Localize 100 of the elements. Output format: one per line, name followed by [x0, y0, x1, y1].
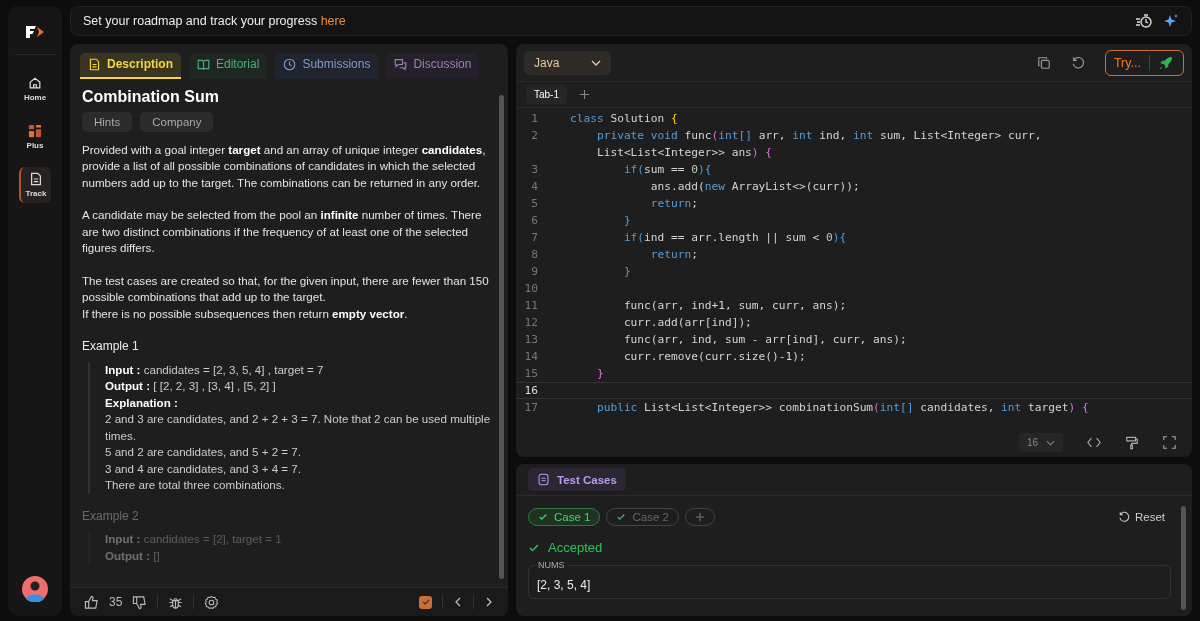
list-icon — [537, 473, 550, 486]
line-number: 2 — [530, 129, 539, 142]
timer-icon[interactable] — [1135, 13, 1153, 29]
tab[interactable]: Editorial — [189, 53, 268, 79]
paint-roller-icon[interactable] — [1125, 435, 1139, 450]
example-line: There are total three combinations. — [105, 477, 286, 493]
try-button[interactable]: Try... — [1104, 50, 1184, 76]
code-line: private void func(int[] arr, int ind, int sum, List<Integer> curr, — [595, 129, 1042, 142]
banner-text: Set your roadmap and track your progress here — [83, 14, 346, 28]
check-icon — [538, 512, 548, 522]
tab[interactable]: Description — [80, 53, 181, 79]
like-count: 35 — [109, 595, 123, 609]
line-number: 8 — [530, 248, 539, 261]
editor-tab[interactable]: Tab-1 — [526, 85, 567, 104]
tab[interactable]: Discussion — [386, 53, 480, 79]
font-size-dropdown[interactable]: 16 — [1018, 433, 1063, 452]
book-icon — [197, 57, 210, 71]
document-icon — [29, 172, 43, 186]
chip[interactable]: Hints — [82, 111, 133, 132]
sidebar-item[interactable]: Track — [19, 167, 51, 203]
sidebar-item[interactable]: Home — [19, 71, 51, 107]
example-line: Input : candidates = [2, 3, 5, 4] , target = 7 — [105, 361, 325, 378]
description-paragraph: The test cases are created so that, for the given input, there are fewer than 150 possible combinations that add up to the target. — [82, 272, 490, 305]
add-tab-icon[interactable] — [579, 89, 590, 100]
line-number: 3 — [530, 163, 539, 176]
example-title: Example 2 — [82, 507, 140, 524]
description-paragraph: A candidate may be selected from the pool an infinite number of times. There are two distinct combinations if the frequency of at least one of the selected figures differs. — [82, 207, 483, 256]
solved-checkbox[interactable] — [419, 595, 432, 609]
rocket-icon — [1158, 55, 1173, 71]
caret-icon — [591, 60, 602, 66]
line-number: 10 — [523, 282, 539, 295]
tab[interactable]: Submissions — [275, 53, 379, 79]
reset-icon[interactable] — [1070, 56, 1085, 70]
reset-icon — [1117, 511, 1130, 523]
line-number: 14 — [523, 350, 539, 363]
line-number: 11 — [523, 299, 539, 312]
caret-icon — [1046, 439, 1055, 446]
line-number: 15 — [523, 367, 539, 380]
example-line: Explanation : — [105, 394, 179, 411]
previous-icon[interactable] — [453, 596, 463, 608]
fullscreen-icon[interactable] — [1163, 436, 1176, 449]
logo-icon — [24, 24, 46, 40]
thumbs-up-icon[interactable] — [84, 594, 99, 610]
sparkle-icon[interactable] — [1163, 13, 1179, 29]
plus-icon — [694, 512, 705, 522]
example-line: 2 and 3 are candidates, and 2 + 2 + 3 = 7. Note that 2 can be used multiple times. — [105, 411, 492, 444]
line-number: 9 — [530, 265, 539, 278]
test-cases-tab[interactable]: Test Cases — [528, 468, 626, 491]
example-line: 5 and 2 are candidates, and 5 + 2 = 7. — [105, 444, 302, 460]
line-number: 7 — [530, 231, 539, 244]
code-line: } — [595, 367, 604, 380]
chip[interactable]: Company — [140, 111, 214, 132]
sidebar-item[interactable]: Plus — [19, 119, 51, 155]
badge-icon[interactable] — [204, 594, 220, 610]
code-line: func(arr, ind+1, sum, curr, ans); — [622, 299, 847, 312]
problem-title: Combination Sum — [82, 89, 220, 106]
result-status: Accepted — [528, 540, 1171, 555]
code-line: return; — [649, 197, 698, 210]
scrollbar[interactable] — [1181, 506, 1186, 610]
scrollbar[interactable] — [499, 95, 504, 579]
code-line: List<List<Integer>> ans) { — [595, 146, 773, 159]
home-icon — [28, 76, 42, 90]
code-line: } — [622, 265, 631, 278]
copy-icon[interactable] — [1036, 56, 1051, 70]
code-line: } — [622, 214, 631, 227]
line-number: 1 — [530, 112, 539, 125]
here-link[interactable]: here — [320, 14, 346, 28]
next-icon[interactable] — [484, 596, 494, 608]
line-number: 5 — [530, 197, 539, 210]
example-line: Output : [ [2, 2, 3] , [3, 4] , [5, 2] ] — [105, 378, 277, 394]
avatar[interactable] — [22, 576, 48, 602]
code-line: func(arr, ind, sum - arr[ind], curr, ans); — [622, 333, 907, 346]
example-line: 3 and 4 are candidates, and 3 + 4 = 7. — [105, 460, 302, 477]
line-number: 4 — [530, 180, 539, 193]
code-line: return; — [649, 248, 698, 261]
case-tab[interactable]: Case 1 — [528, 508, 601, 526]
language-dropdown[interactable]: Java — [524, 51, 612, 75]
reset-button[interactable]: Reset — [1111, 510, 1171, 524]
check-icon — [616, 512, 627, 522]
code-line: ans.add(new ArrayList<>(curr)); — [649, 180, 860, 193]
line-number: 12 — [523, 316, 539, 329]
document-icon — [88, 57, 101, 71]
check-icon — [420, 597, 431, 607]
code-line: class Solution { — [570, 112, 678, 125]
code-line: if(ind == arr.length || sum < 0){ — [622, 231, 847, 244]
check-icon — [528, 541, 540, 554]
blocks-icon — [28, 124, 42, 138]
description-paragraph: If there is no possible subsequences then return empty vector. — [82, 305, 409, 322]
clock-icon — [283, 57, 297, 71]
thumbs-down-icon[interactable] — [132, 594, 148, 610]
line-number: 13 — [523, 333, 539, 346]
code-line: curr.remove(curr.size()-1); — [622, 350, 806, 363]
example-title: Example 1 — [82, 338, 140, 355]
code-icon[interactable] — [1087, 437, 1101, 448]
description-paragraph: Provided with a goal integer target and an array of unique integer candidates, provide a list of all possible combinations of candidates in which the selected numbers add up to the target. The combinations can be returned in any order. — [82, 141, 487, 191]
line-number: 16 — [523, 384, 539, 397]
line-number: 17 — [523, 401, 539, 414]
example-line: Output : [] — [105, 547, 161, 564]
line-number: 6 — [530, 214, 539, 227]
code-line: curr.add(arr[ind]); — [622, 316, 752, 329]
